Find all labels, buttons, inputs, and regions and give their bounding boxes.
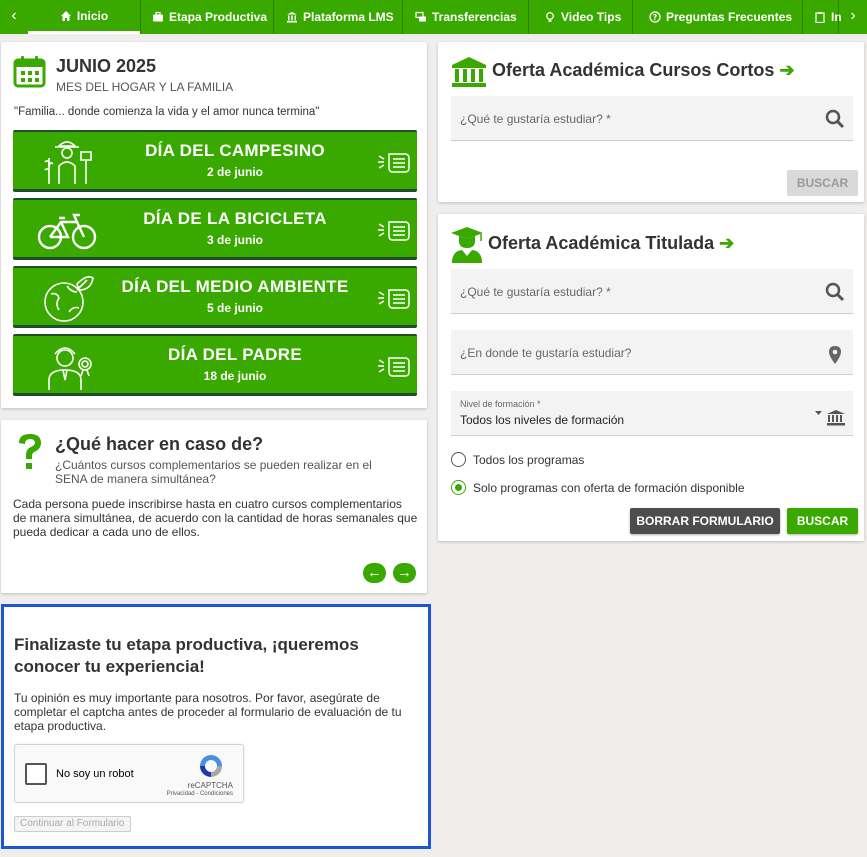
titled-courses-card: Oferta Académica Titulada ➔ ¿Qué te gust… (438, 214, 864, 541)
search-placeholder: ¿Qué te gustaría estudiar? * (460, 285, 611, 299)
father-icon (48, 347, 92, 390)
nav-item-label: Inicio (76, 8, 109, 23)
clear-form-button[interactable]: BORRAR FORMULARIO (630, 508, 780, 534)
feedback-card: Finalizaste tu etapa productiva, ¡querem… (1, 604, 431, 849)
search-icon[interactable] (825, 282, 845, 302)
radio-all-programs[interactable]: Todos los programas (451, 452, 584, 467)
titled-courses-title-text: Oferta Académica Titulada (488, 233, 715, 253)
nav-item-etapa-productiva[interactable]: Etapa Productiva (152, 0, 267, 34)
faq-title: ¿Qué hacer en caso de? (55, 434, 264, 454)
nav-scroll-right-icon[interactable]: › (839, 0, 867, 34)
radio-available-programs[interactable]: Solo programas con oferta de formación d… (451, 480, 745, 495)
nav-item-transferencias[interactable]: Transferencias (415, 0, 517, 34)
farmer-icon (44, 141, 92, 184)
short-courses-title: Oferta Académica Cursos Cortos ➔ (492, 60, 795, 81)
banner-dia-del-medio-ambiente[interactable]: DÍA DEL MEDIO AMBIENTE 5 de junio (13, 266, 417, 328)
short-courses-search-input[interactable]: ¿Qué te gustaría estudiar? * (451, 96, 853, 141)
briefcase-icon (153, 11, 163, 22)
location-placeholder: ¿En donde te gustaría estudiar? (460, 346, 632, 360)
arrow-right-icon[interactable]: ➔ (779, 60, 794, 80)
calendar-icon (13, 56, 46, 88)
nav-item-label: Etapa Productiva (169, 10, 268, 24)
titled-courses-title: Oferta Académica Titulada ➔ (488, 233, 734, 254)
faq-question: ¿Cuántos cursos complementarios se puede… (55, 458, 372, 486)
banner-title: DÍA DEL MEDIO AMBIENTE (121, 277, 349, 296)
short-courses-search-button[interactable]: BUSCAR (787, 170, 858, 196)
month-subtitle: MES DEL HOGAR Y LA FAMILIA (56, 80, 234, 94)
institution-icon (287, 12, 297, 23)
banner-date: 18 de junio (203, 369, 267, 383)
short-courses-title-text: Oferta Académica Cursos Cortos (492, 60, 775, 80)
radio-label: Solo programas con oferta de formación d… (473, 480, 745, 495)
recaptcha-label: No soy un robot (56, 768, 134, 780)
banner-dia-del-padre[interactable]: DÍA DEL PADRE 18 de junio (13, 334, 417, 396)
arrow-right-icon[interactable]: ➔ (719, 233, 734, 253)
level-value: Todos los niveles de formación (460, 413, 625, 427)
institution-icon (452, 57, 486, 87)
month-quote: "Familia... donde comienza la vida y el … (14, 106, 320, 118)
earth-leaf-icon (44, 276, 94, 322)
tap-hand-icon (378, 357, 410, 377)
faq-next-button[interactable]: → (393, 563, 416, 583)
feedback-body: Tu opinión es muy importante para nosotr… (14, 691, 402, 733)
svg-text:?: ? (653, 13, 658, 22)
search-placeholder: ¿Qué te gustaría estudiar? * (460, 112, 611, 126)
question-circle-icon: ? (649, 11, 661, 23)
transfer-icon (415, 11, 426, 22)
feedback-title: Finalizaste tu etapa productiva, ¡querem… (14, 635, 359, 676)
faq-answer: Cada persona puede inscribirse hasta en … (13, 497, 418, 539)
nav-item-label: Plataforma LMS (303, 10, 394, 24)
titled-location-input[interactable]: ¿En donde te gustaría estudiar? (451, 330, 853, 375)
search-icon[interactable] (825, 109, 845, 129)
calendar-card: JUNIO 2025 MES DEL HOGAR Y LA FAMILIA "F… (1, 42, 427, 408)
radio-button-checked[interactable] (451, 480, 466, 495)
nav-item-inicio[interactable]: Inicio (28, 0, 140, 34)
banner-title: DÍA DEL CAMPESINO (145, 141, 325, 160)
radio-label: Todos los programas (473, 452, 585, 467)
recaptcha-logo-icon (200, 755, 222, 777)
bicycle-icon (37, 213, 97, 250)
titled-search-input[interactable]: ¿Qué te gustaría estudiar? * (451, 269, 853, 314)
recaptcha-terms-link[interactable]: Privacidad - Condiciones (167, 791, 233, 797)
top-navigation-bar: ‹ Inicio Etapa Productiva Plataforma LMS… (0, 0, 867, 34)
banner-date: 2 de junio (206, 165, 263, 179)
nav-item-label: Video Tips (561, 10, 622, 24)
nav-item-label: Preguntas Frecuentes (666, 10, 793, 24)
nav-item-video-tips[interactable]: Video Tips (544, 0, 621, 34)
titled-search-button[interactable]: BUSCAR (787, 508, 858, 534)
tap-hand-icon (378, 221, 410, 241)
home-icon (60, 10, 71, 21)
chevron-down-icon[interactable] (815, 408, 847, 428)
recaptcha-brand: reCAPTCHA (187, 781, 233, 790)
nav-scroll-left-icon[interactable]: ‹ (0, 0, 28, 34)
nav-item-label: Transferencias (432, 10, 517, 24)
banner-date: 3 de junio (206, 233, 263, 247)
recaptcha-checkbox[interactable] (25, 763, 47, 785)
tap-hand-icon (378, 153, 410, 173)
training-level-select[interactable]: Nivel de formación * Todos los niveles d… (451, 391, 853, 436)
banner-date: 5 de junio (206, 301, 263, 315)
faq-card: ¿Qué hacer en caso de? ¿Cuántos cursos c… (1, 420, 427, 593)
banner-title: DÍA DEL PADRE (168, 345, 302, 364)
banner-dia-de-la-bicicleta[interactable]: DÍA DE LA BICICLETA 3 de junio (13, 198, 417, 260)
tap-hand-icon (378, 289, 410, 309)
banner-dia-del-campesino[interactable]: DÍA DEL CAMPESINO 2 de junio (13, 130, 417, 192)
clipboard-icon (815, 12, 825, 23)
banner-title: DÍA DE LA BICICLETA (143, 209, 327, 228)
lightbulb-icon (546, 12, 554, 22)
map-pin-icon (829, 346, 841, 364)
continue-form-button[interactable]: Continuar al Formulario (14, 816, 131, 832)
level-label: Nivel de formación * (460, 399, 541, 409)
short-courses-card: Oferta Académica Cursos Cortos ➔ ¿Qué te… (438, 42, 864, 202)
month-title: JUNIO 2025 (56, 56, 157, 76)
nav-item-preguntas-frecuentes[interactable]: ? Preguntas Frecuentes (649, 0, 792, 34)
nav-item-plataforma-lms[interactable]: Plataforma LMS (286, 0, 394, 34)
graduate-icon (451, 227, 483, 263)
question-mark-icon (19, 434, 41, 469)
radio-button-unchecked[interactable] (451, 452, 466, 467)
faq-prev-button[interactable]: ← (363, 563, 386, 583)
recaptcha-widget: No soy un robot reCAPTCHA Privacidad - C… (14, 744, 244, 803)
